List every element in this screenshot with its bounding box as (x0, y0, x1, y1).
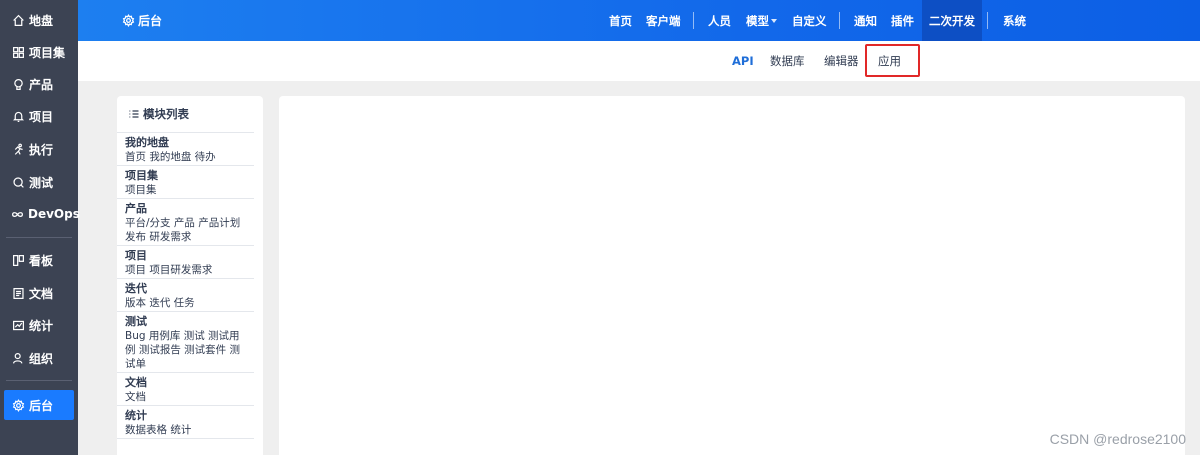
module-group[interactable]: 统计 数据表格 统计 (117, 406, 254, 439)
gear-icon (122, 14, 135, 27)
sidebar-item-report[interactable]: 统计 (4, 311, 74, 339)
watermark: CSDN @redrose2100 (1049, 431, 1186, 447)
grid-icon (11, 45, 25, 59)
module-group[interactable]: 迭代 版本 迭代 任务 (117, 279, 254, 312)
sidebar-item-project[interactable]: 项目 (4, 102, 74, 130)
sidebar-item-kanban[interactable]: 看板 (4, 246, 74, 274)
module-group[interactable]: 我的地盘 首页 我的地盘 待办 (117, 133, 254, 166)
menu-item-plugin[interactable]: 插件 (891, 0, 914, 41)
lightbulb-icon (11, 77, 25, 91)
module-group-title: 项目集 (125, 169, 158, 182)
module-group-title: 统计 (125, 409, 147, 422)
sidebar-item-label: 项目 (29, 109, 54, 124)
sidebar-item-program[interactable]: 项目集 (4, 38, 74, 66)
menu-item-model-label: 模型 (746, 13, 769, 28)
sidebar-item-label: 组织 (29, 351, 54, 366)
sidebar-item-label: 产品 (29, 77, 54, 92)
sidebar-item-product[interactable]: 产品 (4, 70, 74, 98)
module-group-items: 文档 (125, 391, 146, 403)
run-icon (11, 142, 25, 156)
sidebar-item-company[interactable]: 组织 (4, 344, 74, 372)
sidebar-item-label: 后台 (29, 398, 54, 413)
module-group-items: 项目 项目研发需求 (125, 264, 213, 276)
bell-icon (11, 109, 25, 123)
tab-api[interactable]: API (732, 41, 754, 81)
sidebar-item-dashboard[interactable]: 地盘 (4, 6, 74, 34)
sidebar-item-qa[interactable]: 测试 (4, 168, 74, 196)
menu-item-client[interactable]: 客户端 (646, 0, 681, 41)
module-group[interactable]: 文档 文档 (117, 373, 254, 406)
content-area (279, 96, 1185, 455)
menu-item-custom[interactable]: 自定义 (792, 0, 827, 41)
menu-item-notify[interactable]: 通知 (854, 0, 877, 41)
sidebar-item-label: 文档 (29, 286, 54, 301)
module-list-title: 模块列表 (143, 107, 189, 121)
module-group-items: 首页 我的地盘 待办 (125, 151, 216, 163)
menu-item-home[interactable]: 首页 (609, 0, 632, 41)
module-group[interactable]: 项目集 项目集 (117, 166, 254, 199)
page-title: 后台 (122, 0, 162, 41)
menu-item-people[interactable]: 人员 (708, 0, 731, 41)
menu-divider (693, 12, 694, 29)
sidebar-item-label: 看板 (29, 253, 54, 268)
module-list-panel: 模块列表 我的地盘 首页 我的地盘 待办 项目集 项目集 产品 平台/分支 产品… (117, 96, 263, 455)
home-icon (11, 13, 25, 27)
module-group[interactable]: 测试 Bug 用例库 测试 测试用例 测试报告 测试套件 测试单 (117, 312, 254, 373)
module-group-title: 文档 (125, 376, 147, 389)
sidebar-item-execution[interactable]: 执行 (4, 135, 74, 163)
module-group-title: 项目 (125, 249, 147, 262)
menu-item-dev[interactable]: 二次开发 (922, 0, 982, 41)
module-group-items: 项目集 (125, 184, 157, 196)
sidebar-item-devops[interactable]: DevOps (4, 200, 80, 228)
sidebar-item-label: DevOps (28, 207, 80, 221)
sidebar-item-doc[interactable]: 文档 (4, 279, 74, 307)
search-icon (11, 175, 25, 189)
module-group-title: 我的地盘 (125, 136, 169, 149)
menu-item-model[interactable]: 模型 (746, 0, 777, 41)
module-group-title: 迭代 (125, 282, 147, 295)
sidebar-item-label: 统计 (29, 318, 54, 333)
menu-divider (987, 12, 988, 29)
module-group-title: 测试 (125, 315, 147, 328)
sidebar-divider (6, 237, 72, 238)
menu-divider (839, 12, 840, 29)
kanban-icon (11, 253, 25, 267)
infinity-icon (11, 207, 24, 221)
doc-icon (11, 286, 25, 300)
chart-icon (11, 318, 25, 332)
sidebar-item-label: 测试 (29, 175, 54, 190)
tab-editor[interactable]: 编辑器 (824, 41, 859, 81)
list-icon (129, 110, 139, 118)
module-group-items: 版本 迭代 任务 (125, 297, 195, 309)
module-group[interactable]: 产品 平台/分支 产品 产品计划 发布 研发需求 (117, 199, 254, 246)
module-group[interactable]: 项目 项目 项目研发需求 (117, 246, 254, 279)
module-group-title: 产品 (125, 202, 147, 215)
sidebar-item-label: 地盘 (29, 13, 54, 28)
module-group-items: 数据表格 统计 (125, 424, 192, 436)
sidebar-item-label: 项目集 (29, 45, 66, 60)
tab-app[interactable]: 应用 (878, 41, 901, 81)
sidebar: 地盘 项目集 产品 项目 执行 测试 DevOps 看板 文档 统计 组织 后台 (0, 0, 80, 455)
menu-item-system[interactable]: 系统 (1003, 0, 1026, 41)
sidebar-item-admin[interactable]: 后台 (4, 390, 74, 420)
chevron-down-icon (771, 18, 777, 23)
brand-label: 后台 (138, 14, 163, 28)
sidebar-item-label: 执行 (29, 142, 54, 157)
module-group-items: 平台/分支 产品 产品计划 发布 研发需求 (125, 217, 241, 243)
top-header: 后台 首页 客户端 人员 模型 自定义 通知 插件 二次开发 系统 (78, 0, 1200, 41)
people-icon (11, 351, 25, 365)
tab-database[interactable]: 数据库 (770, 41, 805, 81)
sub-navigation: API 数据库 编辑器 应用 (78, 41, 1200, 81)
gear-icon (11, 398, 25, 412)
module-group-items: Bug 用例库 测试 测试用例 测试报告 测试套件 测试单 (125, 330, 241, 370)
module-list-header: 模块列表 (117, 96, 254, 133)
sidebar-divider (6, 380, 72, 381)
